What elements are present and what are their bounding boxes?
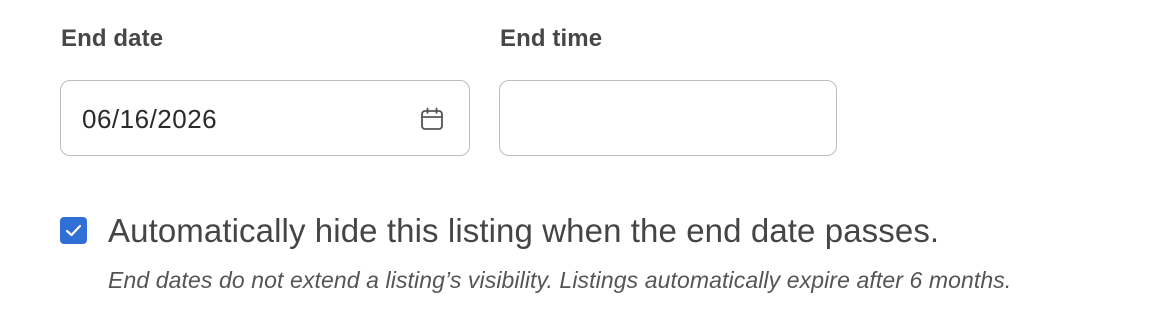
calendar-icon[interactable] [419, 106, 445, 132]
end-time-input[interactable] [499, 80, 837, 156]
auto-hide-checkbox[interactable] [60, 217, 87, 244]
end-date-input[interactable]: 06/16/2026 [60, 80, 470, 156]
end-date-value: 06/16/2026 [82, 104, 218, 134]
auto-hide-help-text: End dates do not extend a listing’s visi… [108, 267, 1012, 293]
checkmark-icon [65, 224, 82, 237]
end-date-label: End date [61, 25, 164, 52]
end-time-label: End time [500, 25, 603, 52]
auto-hide-label[interactable]: Automatically hide this listing when the… [108, 212, 939, 250]
